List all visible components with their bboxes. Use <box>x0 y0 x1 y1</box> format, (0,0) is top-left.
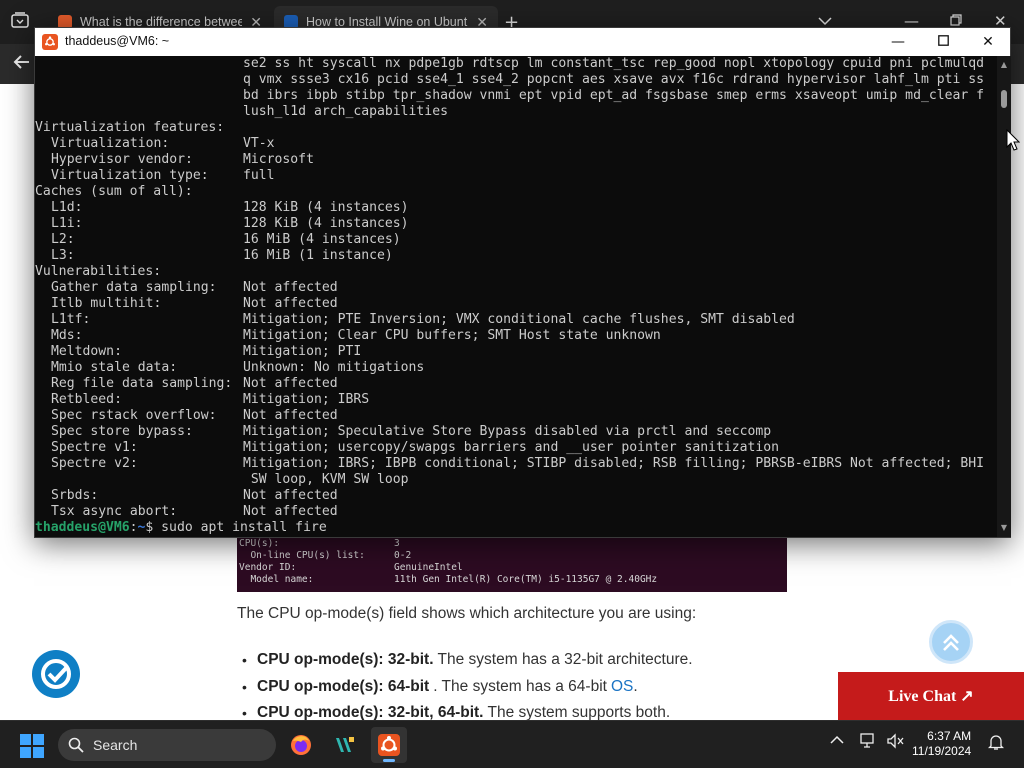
terminal-line: Mds: Mitigation; Clear CPU buffers; SMT H… <box>51 328 661 343</box>
terminal-line: L1i: 128 KiB (4 instances) <box>51 216 409 231</box>
terminal-section-header: Virtualization features: <box>35 120 225 135</box>
ubuntu-icon[interactable] <box>371 727 407 763</box>
terminal-line: L2: 16 MiB (4 instances) <box>51 232 401 247</box>
terminal-line: SW loop, KVM SW loop <box>243 472 409 487</box>
tab-list-icon[interactable] <box>8 12 32 32</box>
terminal-line: Hypervisor vendor: Microsoft <box>51 152 314 167</box>
terminal-maximize-icon[interactable] <box>928 30 958 54</box>
active-app-indicator <box>383 759 395 762</box>
mouse-pointer-icon <box>1006 128 1021 151</box>
terminal-line: Retbleed: Mitigation; IBRS <box>51 392 370 407</box>
windows-taskbar: Search 6:37 AM 11/19/2024 <box>0 720 1024 768</box>
site-logo-icon[interactable] <box>32 650 80 698</box>
terminal-line: L3: 16 MiB (1 instance) <box>51 248 393 263</box>
terminal-line: Srbds: Not affected <box>51 488 338 503</box>
search-placeholder: Search <box>93 737 138 753</box>
volume-muted-icon[interactable] <box>886 733 904 753</box>
network-icon[interactable] <box>860 733 878 753</box>
scroll-to-top-icon[interactable] <box>929 620 973 664</box>
code-image-row: Vendor ID: GenuineIntel <box>239 562 463 573</box>
terminal-output[interactable]: se2 ss ht syscall nx pdpe1gb rdtscp lm c… <box>35 56 997 537</box>
terminal-line: bd ibrs ibpb stibp tpr_shadow vnmi ept v… <box>243 88 985 103</box>
command-input[interactable]: sudo apt install fire <box>161 520 327 535</box>
terminal-line: Reg file data sampling: Not affected <box>51 376 338 391</box>
terminal-line: Gather data sampling: Not affected <box>51 280 338 295</box>
taskbar-search-box[interactable]: Search <box>58 729 276 761</box>
terminal-line: L1d: 128 KiB (4 instances) <box>51 200 409 215</box>
terminal-line: Spec store bypass: Mitigation; Speculativ… <box>51 424 772 439</box>
os-link[interactable]: OS <box>611 678 633 696</box>
terminal-line: Spectre v1: Mitigation; usercopy/swapgs b… <box>51 440 780 455</box>
clock-time: 6:37 AM <box>927 729 972 743</box>
prompt-user-host: thaddeus@VM6 <box>35 520 130 535</box>
scrollbar-thumb[interactable] <box>1001 90 1007 108</box>
code-editor-icon[interactable] <box>327 727 363 763</box>
taskbar-clock[interactable]: 6:37 AM 11/19/2024 <box>912 729 971 759</box>
terminal-line: L1tf: Mitigation; PTE Inversion; VMX cond… <box>51 312 795 327</box>
clock-date: 11/19/2024 <box>912 744 972 758</box>
terminal-line: Mmio stale data: Unknown: No mitigations <box>51 360 425 375</box>
terminal-section-header: Caches (sum of all): <box>35 184 193 199</box>
terminal-prompt-line[interactable]: thaddeus@VM6:~$ sudo apt install fire <box>35 520 997 536</box>
lscpu-screenshot-image: CPU(s): 3 On-line CPU(s) list: 0-2 Vendor … <box>237 536 787 592</box>
windows-logo-icon[interactable] <box>20 734 44 758</box>
scroll-up-arrow-icon[interactable]: ▲ <box>997 58 1011 72</box>
terminal-line: Spectre v2: Mitigation; IBRS; IBPB condit… <box>51 456 985 471</box>
terminal-line: Spec rstack overflow: Not affected <box>51 408 338 423</box>
terminal-line: Virtualization type: full <box>51 168 275 183</box>
op-mode-list: • CPU op-mode(s): 32-bit. The system has a… <box>242 647 693 727</box>
code-image-row: Model name: 11th Gen Intel(R) Core(TM) i5… <box>239 574 658 585</box>
chevron-up-icon[interactable] <box>830 733 844 749</box>
terminal-line: Tsx async abort: Not affected <box>51 504 338 519</box>
terminal-title: thaddeus@VM6: ~ <box>65 34 170 48</box>
firefox-icon[interactable] <box>283 727 319 763</box>
live-chat-button[interactable]: Live Chat ↗ <box>838 672 1024 720</box>
code-image-row: CPU(s): 3 <box>239 538 400 549</box>
notification-bell-icon[interactable] <box>987 733 1005 755</box>
ubuntu-terminal-icon <box>42 34 58 50</box>
list-item: • CPU op-mode(s): 64-bit. The system has … <box>242 677 638 696</box>
arrow-left-icon[interactable] <box>12 52 32 77</box>
terminal-line: Virtualization: VT-x <box>51 136 275 151</box>
code-image-row: On-line CPU(s) list: 0-2 <box>239 550 412 561</box>
terminal-line: Itlb multihit: Not affected <box>51 296 338 311</box>
terminal-close-icon[interactable]: ✕ <box>973 30 1003 54</box>
terminal-section-header: Vulnerabilities: <box>35 264 162 279</box>
terminal-line: se2 ss ht syscall nx pdpe1gb rdtscp lm c… <box>243 56 985 71</box>
terminal-line: q vmx ssse3 cx16 pcid sse4_1 sse4_2 popc… <box>243 72 985 87</box>
list-item: • CPU op-mode(s): 32-bit. The system has a… <box>242 651 693 669</box>
terminal-window[interactable]: thaddeus@VM6: ~ — ✕ se2 ss ht syscall nx… <box>34 27 1011 538</box>
search-icon <box>68 737 84 753</box>
terminal-titlebar[interactable]: thaddeus@VM6: ~ — ✕ <box>35 28 1010 56</box>
article-paragraph: The CPU op-mode(s) field shows which arc… <box>237 605 697 622</box>
scroll-down-arrow-icon[interactable]: ▼ <box>997 521 1011 535</box>
terminal-line: Meltdown: Mitigation; PTI <box>51 344 362 359</box>
terminal-line: lush_l1d arch_capabilities <box>243 104 448 119</box>
terminal-minimize-icon[interactable]: — <box>883 30 913 54</box>
